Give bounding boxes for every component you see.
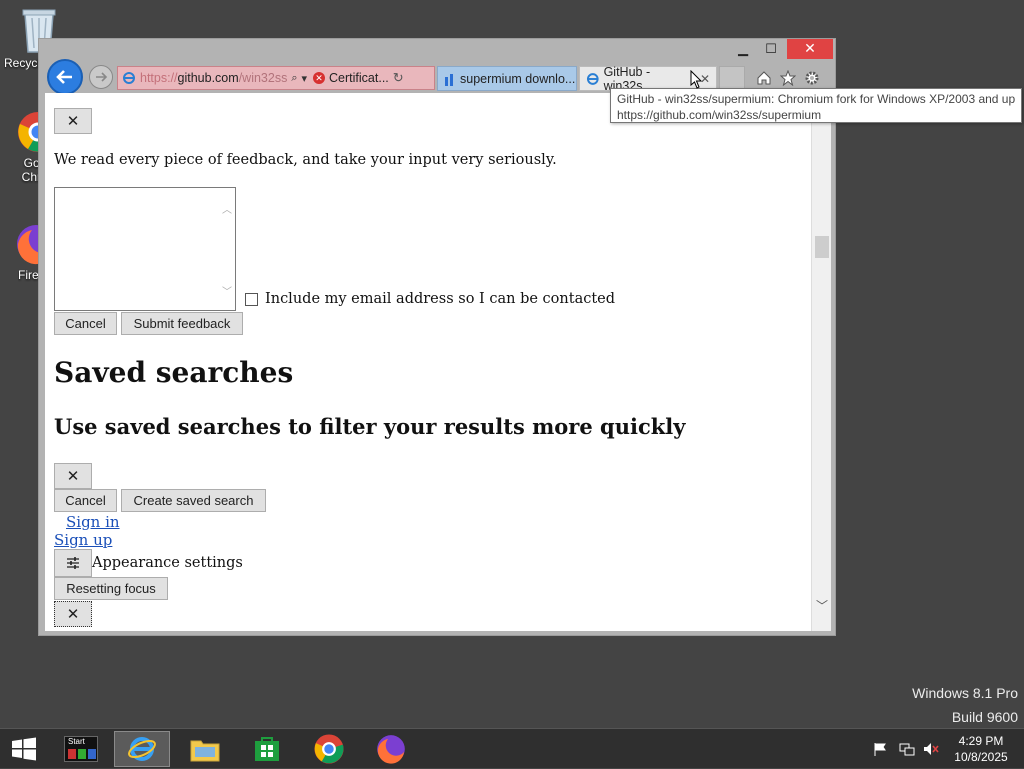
- scroll-down-arrow-icon[interactable]: ﹀: [815, 598, 829, 613]
- saved-searches-heading: Saved searches: [54, 356, 294, 389]
- firefox-icon: [377, 735, 405, 764]
- start-button[interactable]: [4, 731, 44, 767]
- action-center-flag-icon[interactable]: [872, 729, 888, 769]
- forward-button[interactable]: [89, 65, 113, 89]
- ie-tab-icon: [586, 72, 599, 85]
- tab-title: supermium downlo...: [460, 71, 576, 86]
- minimize-button[interactable]: ▁: [731, 39, 755, 59]
- url-path: /win32ss: [238, 71, 288, 85]
- url-protocol: https://: [140, 71, 178, 85]
- clock-date: 10/8/2025: [954, 750, 1008, 764]
- scroll-up-icon: ︿: [222, 204, 232, 216]
- sign-up-link[interactable]: Sign up: [54, 531, 112, 549]
- start-app-label: Start: [68, 737, 85, 746]
- window-close-button[interactable]: ✕: [787, 39, 833, 59]
- clock-time: 4:29 PM: [958, 734, 1004, 748]
- address-bar[interactable]: https:// github.com /win32ss ⌕ ▾ ✕ Certi…: [117, 66, 435, 90]
- tooltip-url: https://github.com/win32ss/supermium: [617, 108, 822, 122]
- maximize-button[interactable]: ☐: [759, 39, 783, 59]
- include-email-checkbox[interactable]: [245, 293, 258, 306]
- search-icon[interactable]: ⌕: [291, 72, 297, 85]
- close-button-focused[interactable]: ✕: [54, 601, 92, 627]
- taskbar-store-button[interactable]: [244, 731, 290, 767]
- taskbar-ie-button[interactable]: [114, 731, 170, 767]
- browser-window: ▁ ☐ ✕ https:// github.com /win32ss ⌕ ▾ ✕…: [38, 38, 836, 636]
- sign-in-link[interactable]: Sign in: [66, 513, 120, 531]
- folder-icon: [190, 740, 220, 762]
- system-clock[interactable]: 4:29 PM 10/8/2025: [946, 733, 1016, 765]
- ie-page-icon: [123, 72, 135, 84]
- chrome-icon: [314, 734, 344, 764]
- os-build-watermark: Build 9600: [951, 709, 1018, 725]
- scroll-down-icon: ﹀: [222, 286, 232, 298]
- tab-tooltip: GitHub - win32ss/supermium: Chromium for…: [610, 88, 1022, 123]
- resetting-focus-button[interactable]: Resetting focus: [54, 577, 168, 600]
- tooltip-title: GitHub - win32ss/supermium: Chromium for…: [617, 92, 1016, 106]
- internet-explorer-icon: [128, 737, 156, 761]
- home-icon[interactable]: [753, 67, 775, 89]
- tab-favicon-icon: [445, 73, 453, 86]
- favorites-star-icon[interactable]: [777, 67, 799, 89]
- page-content: ✕ We read every piece of feedback, and t…: [45, 93, 831, 631]
- feedback-description: We read every piece of feedback, and tak…: [54, 152, 557, 168]
- taskbar-file-explorer-button[interactable]: [182, 731, 228, 767]
- saved-searches-subheading: Use saved searches to filter your result…: [54, 414, 686, 439]
- dropdown-icon[interactable]: ▾: [302, 72, 308, 85]
- taskbar-chrome-button[interactable]: [306, 731, 352, 767]
- cancel-feedback-button[interactable]: Cancel: [54, 312, 117, 335]
- url-host: github.com: [177, 71, 239, 85]
- taskbar: Start 4:29 PM 10/8/2025: [0, 728, 1024, 768]
- feedback-textarea[interactable]: ︿ ﹀: [54, 187, 236, 311]
- back-button[interactable]: [47, 59, 83, 95]
- start-menu-app-button[interactable]: Start: [58, 731, 104, 767]
- windows-logo-icon: [12, 737, 36, 761]
- gear-icon[interactable]: [801, 67, 823, 89]
- close-saved-search-button[interactable]: ✕: [54, 463, 92, 489]
- volume-muted-icon[interactable]: [922, 729, 940, 769]
- create-saved-search-button[interactable]: Create saved search: [121, 489, 266, 512]
- tab-supermium-download[interactable]: supermium downlo...: [437, 66, 577, 91]
- mouse-cursor-icon: [690, 70, 703, 89]
- appearance-settings-label: Appearance settings: [92, 555, 243, 571]
- back-arrow-icon: [56, 70, 72, 84]
- cancel-saved-search-button[interactable]: Cancel: [54, 489, 117, 512]
- certificate-error-label[interactable]: Certificat...: [329, 71, 389, 85]
- close-dialog-button[interactable]: ✕: [54, 108, 92, 134]
- network-icon[interactable]: [898, 729, 916, 769]
- appearance-settings-button[interactable]: [54, 549, 92, 577]
- forward-arrow-icon: [96, 72, 108, 82]
- store-icon: [255, 737, 279, 761]
- submit-feedback-button[interactable]: Submit feedback: [121, 312, 243, 335]
- refresh-icon[interactable]: ↻: [393, 70, 404, 86]
- os-edition-watermark: Windows 8.1 Pro: [912, 685, 1018, 701]
- taskbar-firefox-button[interactable]: [368, 731, 414, 767]
- sliders-icon: [67, 557, 79, 569]
- certificate-error-icon[interactable]: ✕: [313, 72, 326, 84]
- page-scrollbar[interactable]: ﹀: [811, 93, 831, 631]
- scrollbar-thumb[interactable]: [815, 236, 829, 258]
- include-email-label: Include my email address so I can be con…: [265, 291, 616, 307]
